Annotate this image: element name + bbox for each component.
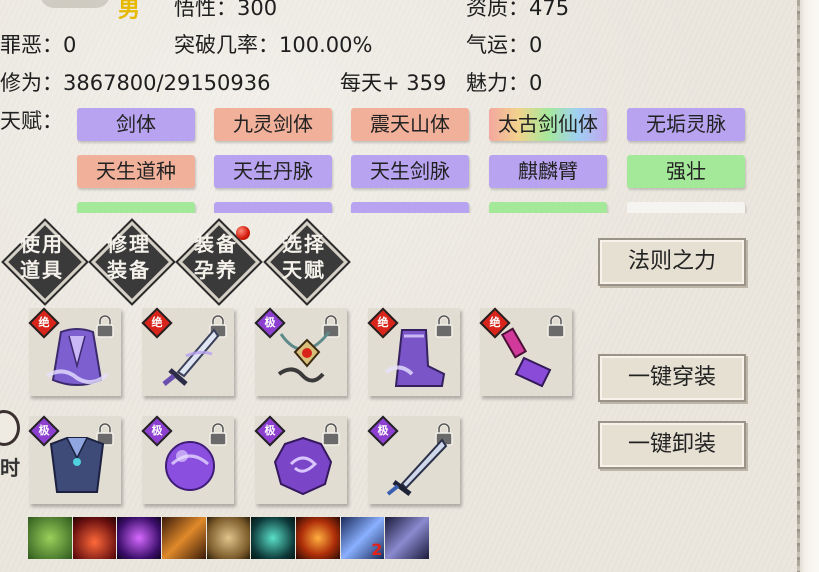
talent-chip[interactable]: 九灵剑体 [214,108,332,141]
side-tab-fragment[interactable]: 时 [0,452,20,481]
boots-icon [384,329,446,387]
skill-level-badge: 2 [371,540,383,559]
equipment-slot[interactable]: 绝 [367,307,460,396]
use-item-label: 使用 道具 [20,232,64,282]
skill-bar: 2 [28,517,430,559]
equipment-slot[interactable]: 极 [254,307,347,396]
stat-comprehension: 悟性：300 [174,0,278,20]
talent-chip[interactable]: 无垢灵脉 [627,108,745,141]
amulet-icon [277,331,331,383]
talent-chip[interactable]: 太古剑仙体 [489,108,607,141]
talent-chip-partial[interactable] [351,202,469,213]
gender-label: 男 [118,0,141,23]
wind-blade-icon[interactable]: 2 [340,517,385,559]
fire-orb-icon[interactable] [296,517,340,559]
talent-chip-partial[interactable] [77,202,195,213]
seal-icon [273,436,333,496]
robe-icon [45,328,109,386]
talent-chip[interactable]: 强壮 [627,155,745,188]
stat-luck: 气运：0 [466,33,543,57]
law-power-button[interactable]: 法则之力 [598,238,746,286]
paper-torn-edge [797,0,819,572]
ice-thorn-icon[interactable] [385,517,430,559]
avatar-fragment [40,0,110,8]
equipment-slot[interactable]: 绝 [28,307,121,396]
blade-icon [386,438,448,496]
talent-chip-partial[interactable] [214,202,332,213]
orb-icon [165,441,215,491]
use-item-button[interactable]: 使用 道具 [3,220,87,304]
equipment-slot[interactable]: 极 [28,415,121,504]
equip-all-button[interactable]: 一键穿装 [598,354,746,402]
choose-talent-label: 选择 天赋 [282,232,326,282]
teal-totem-icon[interactable] [251,517,296,559]
chisel-icon [500,327,552,388]
repair-equipment-label: 修理 装备 [107,232,151,282]
talent-chip-partial[interactable] [489,202,607,213]
stat-aptitude: 资质：475 [466,0,570,20]
talent-chip[interactable]: 天生道种 [77,155,195,188]
stat-charm: 魅力：0 [466,71,543,95]
equipment-slot[interactable]: 极 [254,415,347,504]
talent-chip[interactable]: 剑体 [77,108,195,141]
notification-dot-icon [236,226,250,240]
flame-blade-icon[interactable] [162,517,206,559]
stat-breakthrough: 突破几率：100.00% [174,33,373,57]
equipment-slot[interactable]: 绝 [141,307,234,396]
green-burst-icon[interactable] [28,517,72,559]
choose-talent-button[interactable]: 选择 天赋 [265,220,349,304]
armor-icon [49,437,105,493]
talent-chip[interactable]: 天生剑脉 [351,155,469,188]
stat-daily-gain: 每天+ 359 [340,71,447,95]
equipment-slot[interactable]: 极 [141,415,234,504]
taiji-icon[interactable] [206,517,251,559]
talent-list[interactable]: 剑体 九灵剑体 震天山体 太古剑仙体 无垢灵脉 天生道种 天生丹脉 天生剑脉 麒… [0,100,760,213]
talent-chip[interactable]: 天生丹脉 [214,155,332,188]
talent-chip[interactable]: 麒麟臂 [489,155,607,188]
equipment-slot[interactable]: 绝 [479,307,572,396]
talent-chip[interactable]: 震天山体 [351,108,469,141]
sword-icon [162,328,220,386]
talent-chip-partial[interactable] [627,202,745,213]
stat-cultivation: 修为：3867800/29150936 [0,71,271,95]
repair-equipment-button[interactable]: 修理 装备 [90,220,174,304]
equipment-slot[interactable]: 极 [367,415,460,504]
unequip-all-button[interactable]: 一键卸装 [598,421,746,469]
purple-void-icon[interactable] [117,517,162,559]
red-sun-icon[interactable] [72,517,117,559]
stat-sin: 罪恶：0 [0,33,77,57]
